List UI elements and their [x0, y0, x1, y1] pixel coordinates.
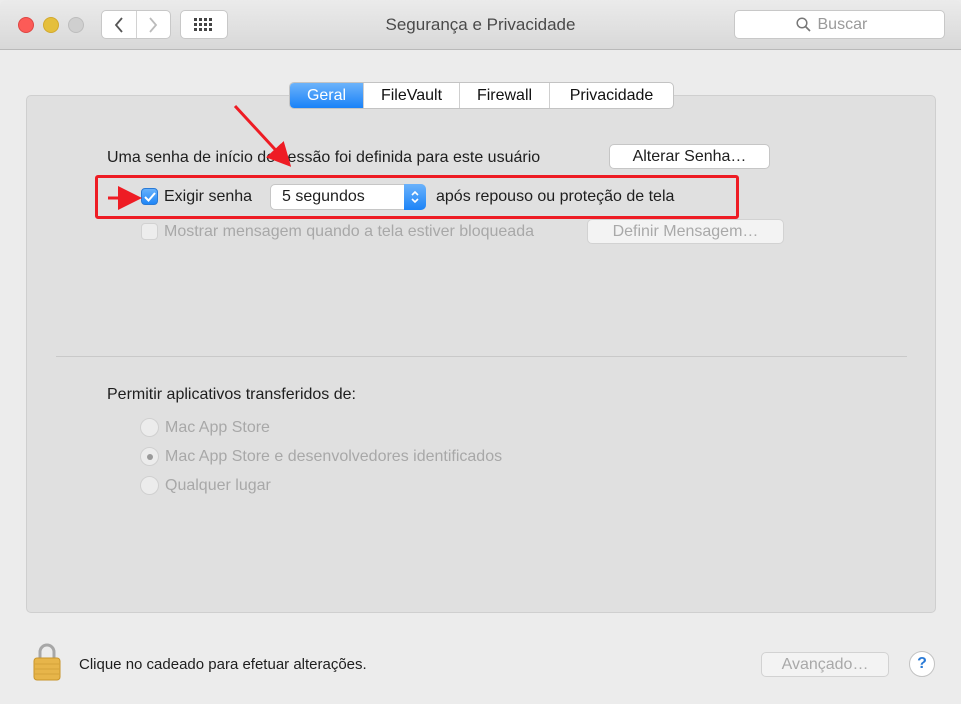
allow-apps-heading: Permitir aplicativos transferidos de:	[107, 386, 356, 403]
annotation-arrows-icon	[108, 104, 292, 210]
lock-icon[interactable]	[32, 640, 62, 687]
close-window-button[interactable]	[18, 17, 34, 33]
show-message-label: Mostrar mensagem quando a tela estiver b…	[164, 223, 534, 240]
radio-mac-app-store-label: Mac App Store	[165, 419, 270, 436]
radio-identified-developers-label: Mac App Store e desenvolvedores identifi…	[165, 448, 503, 465]
change-password-button[interactable]: Alterar Senha…	[609, 144, 770, 169]
tab-bar: Geral FileVault Firewall Privacidade	[289, 82, 674, 109]
search-field[interactable]	[734, 10, 945, 39]
tab-privacidade[interactable]: Privacidade	[549, 83, 673, 108]
radio-mac-app-store[interactable]	[140, 418, 159, 437]
tab-filevault[interactable]: FileVault	[363, 83, 459, 108]
radio-selected-dot	[146, 453, 153, 460]
back-button[interactable]	[102, 11, 136, 38]
title-bar: Segurança e Privacidade	[0, 0, 961, 50]
show-message-checkbox[interactable]	[141, 223, 158, 240]
radio-identified-developers[interactable]	[140, 447, 159, 466]
minimize-window-button[interactable]	[43, 17, 59, 33]
grid-icon	[194, 17, 212, 31]
tab-firewall[interactable]: Firewall	[459, 83, 549, 108]
chevron-right-icon	[149, 16, 158, 33]
window-title: Segurança e Privacidade	[385, 15, 576, 34]
show-all-button[interactable]	[180, 10, 228, 39]
search-input[interactable]	[817, 15, 884, 34]
navigation-buttons	[101, 10, 171, 39]
zoom-window-button[interactable]	[68, 17, 84, 33]
advanced-button[interactable]: Avançado…	[761, 652, 889, 677]
forward-button[interactable]	[135, 11, 171, 38]
search-icon	[795, 17, 811, 32]
chevron-left-icon	[114, 16, 123, 33]
radio-anywhere[interactable]	[140, 476, 159, 495]
set-message-button[interactable]: Definir Mensagem…	[587, 219, 784, 244]
radio-anywhere-label: Qualquer lugar	[165, 477, 271, 494]
tab-geral[interactable]: Geral	[290, 83, 363, 108]
lock-hint-text: Clique no cadeado para efetuar alteraçõe…	[79, 656, 367, 673]
section-divider	[56, 356, 907, 357]
help-button[interactable]: ?	[909, 651, 935, 677]
security-privacy-window: Segurança e Privacidade Geral FileVault …	[0, 0, 961, 704]
